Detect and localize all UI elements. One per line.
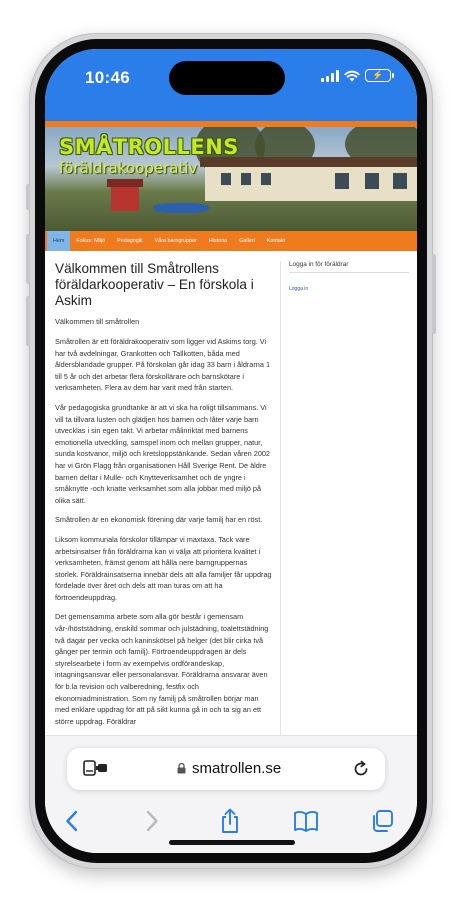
nav-item-galleri[interactable]: Galleri bbox=[233, 231, 261, 251]
power-button bbox=[432, 254, 436, 334]
reload-icon[interactable] bbox=[351, 759, 371, 779]
nav-item-fokus-miljo[interactable]: Fokus: Miljö bbox=[70, 231, 111, 251]
article-paragraph: Vår pedagogiska grundtanke är att vi ska… bbox=[55, 402, 270, 505]
tabs-icon bbox=[373, 810, 393, 832]
address-bar[interactable]: smatrollen.se bbox=[67, 748, 385, 790]
status-time: 10:46 bbox=[85, 68, 130, 87]
forward-button[interactable] bbox=[137, 808, 167, 834]
share-button[interactable] bbox=[215, 808, 245, 834]
back-button[interactable] bbox=[57, 808, 87, 834]
cellular-signal-icon bbox=[321, 69, 339, 82]
wifi-icon bbox=[344, 70, 360, 81]
url-text: smatrollen.se bbox=[192, 760, 282, 777]
nav-item-historia[interactable]: Historia bbox=[203, 231, 233, 251]
page-subtitle: Välkommen till småtrollen bbox=[55, 317, 140, 326]
screen: 10:46 ⚡ SMÅTROLLENS föräldrakooperativ H… bbox=[45, 49, 417, 853]
status-bar: 10:46 ⚡ bbox=[45, 49, 417, 107]
nav-item-kontakt[interactable]: Kontakt bbox=[261, 231, 291, 251]
dynamic-island bbox=[169, 61, 285, 95]
battery-charging-icon: ⚡ bbox=[365, 69, 394, 82]
share-icon bbox=[222, 808, 238, 833]
site-navigation: Hem Fokus: Miljö Pedagogik Våra barngrup… bbox=[45, 231, 417, 251]
home-indicator[interactable] bbox=[169, 840, 295, 845]
bookmarks-icon bbox=[294, 811, 318, 832]
lock-icon bbox=[177, 763, 186, 774]
bezel: 10:46 ⚡ SMÅTROLLENS föräldrakooperativ H… bbox=[35, 39, 427, 863]
article-paragraph: Småtrollen är en ekonomisk förening där … bbox=[55, 515, 263, 525]
phone-frame: 10:46 ⚡ SMÅTROLLENS föräldrakooperativ H… bbox=[26, 34, 436, 868]
site-logo-title: SMÅTROLLENS bbox=[59, 135, 239, 159]
page-content: Välkommen till Småtrollens föräldarkoope… bbox=[45, 251, 417, 735]
address-display[interactable]: smatrollen.se bbox=[177, 760, 281, 777]
article-paragraph: Liksom kommunala förskolor tillämpar vi … bbox=[55, 534, 272, 602]
page-title: Välkommen till Småtrollens föräldarkoope… bbox=[55, 261, 254, 308]
nav-item-pedagogik[interactable]: Pedagogik bbox=[111, 231, 148, 251]
browser-toolbar: smatrollen.se bbox=[45, 735, 417, 853]
nav-item-hem[interactable]: Hem bbox=[47, 231, 71, 251]
back-chevron-icon bbox=[66, 810, 78, 832]
site-top-stripe bbox=[45, 107, 417, 121]
tabs-button[interactable] bbox=[367, 808, 397, 834]
article-paragraph: Småtrollen är ett föräldrakooperativ som… bbox=[55, 337, 270, 393]
web-content[interactable]: SMÅTROLLENS föräldrakooperativ Hem Fokus… bbox=[45, 107, 417, 735]
volume-down-button bbox=[26, 296, 30, 346]
volume-up-button bbox=[26, 234, 30, 284]
login-link[interactable]: Logga in bbox=[289, 286, 308, 292]
site-logo-subtitle: föräldrakooperativ bbox=[59, 159, 198, 177]
main-article: Välkommen till Småtrollens föräldarkoope… bbox=[55, 261, 281, 735]
sidebar-login-heading: Logga in för föräldrar bbox=[289, 261, 409, 273]
sidebar: Logga in för föräldrar Logga in bbox=[281, 261, 409, 735]
article-paragraph: Det gemensamma arbete som alla gör bestå… bbox=[55, 612, 269, 726]
forward-chevron-icon bbox=[146, 810, 158, 832]
bookmarks-button[interactable] bbox=[291, 808, 321, 834]
nav-item-vara-barngrupper[interactable]: Våra barngrupper bbox=[149, 231, 203, 251]
action-button bbox=[26, 184, 30, 210]
status-icons: ⚡ bbox=[321, 69, 394, 82]
site-header-banner: SMÅTROLLENS föräldrakooperativ bbox=[45, 127, 417, 231]
tabs-overview-icon[interactable] bbox=[83, 760, 109, 778]
